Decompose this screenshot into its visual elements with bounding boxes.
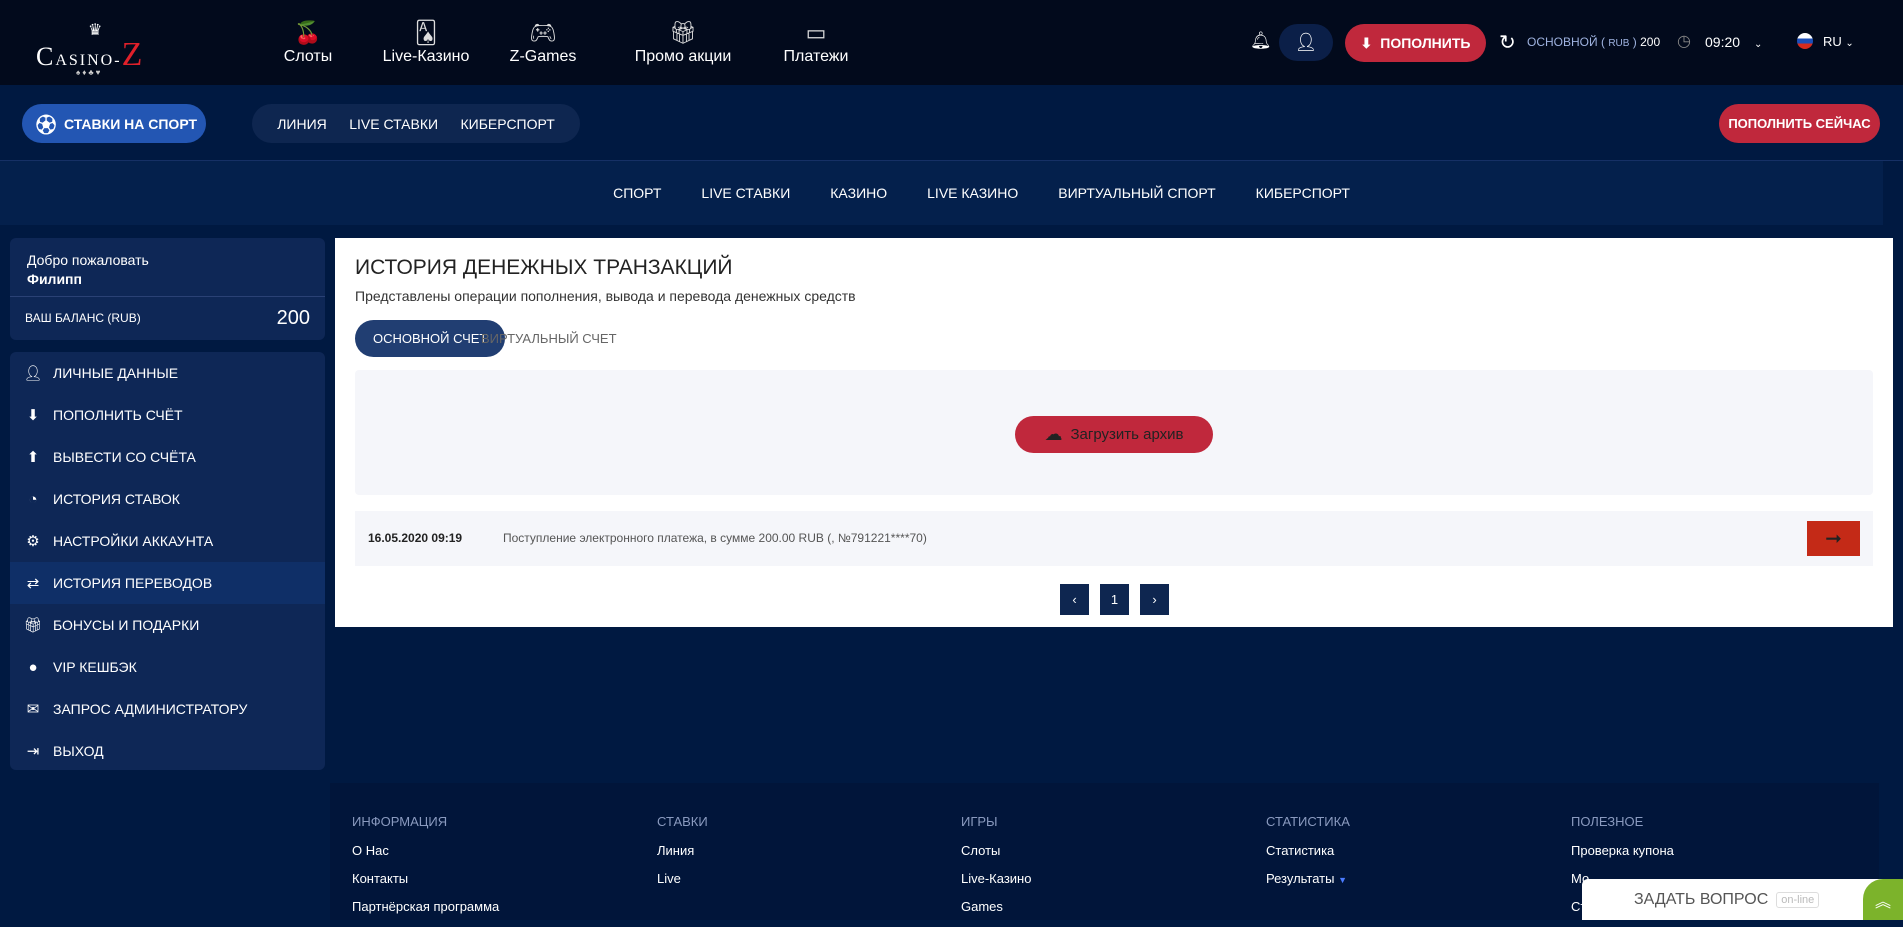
footer-link[interactable]: Проверка купона <box>1571 843 1674 858</box>
gift-hand-icon: 🎁︎ <box>23 617 43 634</box>
footer-link[interactable]: Live-Казино <box>961 871 1031 886</box>
user-button[interactable]: 👤︎ <box>1279 24 1333 61</box>
nav-payments[interactable]: ▭ Платежи <box>784 18 849 66</box>
menu-admin-request[interactable]: ✉ ЗАПРОС АДМИНИСТРАТОРУ <box>10 688 325 730</box>
caret-down-icon: ▼ <box>1338 875 1348 885</box>
soccer-ball-icon: ⚽︎ <box>36 115 56 137</box>
language-select[interactable]: RU ⌄ <box>1823 34 1854 49</box>
nav-live-casino[interactable]: 🂡 Live-Казино <box>383 18 470 66</box>
footer-col-games: ИГРЫ Слоты Live-Казино Games <box>961 814 1032 914</box>
deposit-now-button[interactable]: ПОПОЛНИТЬ СЕЙЧАС <box>1719 104 1880 143</box>
menu-settings[interactable]: ⚙ НАСТРОЙКИ АККАУНТА <box>10 520 325 562</box>
nav-slots[interactable]: 🍒 Слоты <box>284 18 332 66</box>
cat-sport[interactable]: СПОРТ <box>613 185 661 201</box>
download-icon: ⬇ <box>26 407 40 424</box>
footer-link[interactable]: Live <box>657 871 708 886</box>
footer-link[interactable]: Контакты <box>352 871 499 886</box>
page-subtitle: Представлены операции пополнения, вывода… <box>355 288 856 304</box>
cat-virtual[interactable]: ВИРТУАЛЬНЫЙ СПОРТ <box>1058 185 1215 201</box>
account-balance[interactable]: ОСНОВНОЙ ( RUB ) 200 <box>1527 35 1660 49</box>
pagination-next[interactable]: › <box>1140 584 1169 615</box>
nav-z-games[interactable]: 🎮︎ Z-Games <box>510 18 577 66</box>
menu-transfer-history[interactable]: ⇄ ИСТОРИЯ ПЕРЕВОДОВ <box>10 562 325 604</box>
sport-bets-button[interactable]: ⚽︎ СТАВКИ НА СПОРТ <box>22 104 206 143</box>
download-archive-button[interactable]: ☁ Загрузить архив <box>1015 416 1213 453</box>
menu-vip-cashback[interactable]: ● VIP КЕШБЭК <box>10 646 325 688</box>
cards-icon: 🂡 <box>414 20 438 45</box>
welcome-card: Добро пожаловать Филипп ВАШ БАЛАНС (RUB)… <box>10 238 325 340</box>
download-icon: ⬇ <box>1360 34 1373 51</box>
chevron-up-icon[interactable]: ︽ <box>1863 879 1903 920</box>
upload-icon: ⬆ <box>26 449 40 466</box>
pill-esports[interactable]: КИБЕРСПОРТ <box>461 116 555 132</box>
table-row[interactable]: 16.05.2020 09:19 Поступление электронног… <box>355 511 1873 566</box>
footer-col-bets: СТАВКИ Линия Live <box>657 814 708 886</box>
cherry-icon: 🍒 <box>294 20 322 45</box>
category-nav: СПОРТ LIVE СТАВКИ КАЗИНО LIVE КАЗИНО ВИР… <box>0 161 1883 225</box>
cat-esports[interactable]: КИБЕРСПОРТ <box>1256 185 1350 201</box>
pagination-page[interactable]: 1 <box>1100 584 1129 615</box>
cat-casino[interactable]: КАЗИНО <box>830 185 887 201</box>
menu-personal-data[interactable]: 👤︎ ЛИЧНЫЕ ДАННЫЕ <box>10 352 325 394</box>
pill-live[interactable]: LIVE СТАВКИ <box>349 116 438 132</box>
logout-icon: ⇥ <box>26 743 40 760</box>
page-title: ИСТОРИЯ ДЕНЕЖНЫХ ТРАНЗАКЦИЙ <box>355 256 733 279</box>
clock-icon: ◔ <box>28 490 38 508</box>
footer-col-info: ИНФОРМАЦИЯ О Нас Контакты Партнёрская прогр… <box>352 814 500 914</box>
envelope-icon: ✉ <box>26 701 40 718</box>
arrow-right-button[interactable]: ➞ <box>1807 521 1860 556</box>
dot-icon: ● <box>28 658 38 676</box>
footer-link[interactable]: Статистика <box>1266 843 1350 858</box>
balance-value: 200 <box>276 306 310 329</box>
archive-box: ☁ Загрузить архив <box>355 370 1873 495</box>
refresh-icon[interactable]: ↻ <box>1499 30 1516 55</box>
gears-icon: ⚙ <box>26 533 40 550</box>
arrow-right-icon: ➞ <box>1825 528 1842 550</box>
chevron-down-icon: ⌄ <box>1753 39 1763 50</box>
footer-link[interactable]: Партнёрская программа <box>352 899 499 914</box>
username: Филипп <box>27 271 82 287</box>
menu-withdraw[interactable]: ⬆ ВЫВЕСТИ СО СЧЁТА <box>10 436 325 478</box>
transactions-panel: ИСТОРИЯ ДЕНЕЖНЫХ ТРАНЗАКЦИЙ Представлены… <box>335 238 1893 627</box>
cloud-download-icon: ☁ <box>1044 424 1063 444</box>
user-icon: 👤︎ <box>1294 32 1318 52</box>
menu-bonuses[interactable]: 🎁︎ БОНУСЫ И ПОДАРКИ <box>10 604 325 646</box>
menu-bet-history[interactable]: ◔ ИСТОРИЯ СТАВОК <box>10 478 325 520</box>
menu-logout[interactable]: ⇥ ВЫХОД <box>10 730 325 772</box>
pill-line[interactable]: ЛИНИЯ <box>277 116 327 132</box>
clock-icon: ◷ <box>1677 33 1691 50</box>
user-plus-icon: 👤︎ <box>23 365 43 382</box>
account-menu: 👤︎ ЛИЧНЫЕ ДАННЫЕ ⬇ ПОПОЛНИТЬ СЧЁТ ⬆ ВЫВЕСТИ… <box>10 352 325 770</box>
bell-icon[interactable]: 🔔︎ <box>1250 31 1272 51</box>
ask-question-widget[interactable]: ЗАДАТЬ ВОПРОС on-line ︽ <box>1582 879 1903 920</box>
footer-link[interactable]: Games <box>961 899 1031 914</box>
time-display[interactable]: 09:20 ⌄ <box>1705 34 1762 50</box>
cat-live[interactable]: LIVE СТАВКИ <box>701 185 790 201</box>
sport-pills: ЛИНИЯ LIVE СТАВКИ КИБЕРСПОРТ <box>252 104 580 143</box>
gift-icon: 🎁︎ <box>669 20 697 45</box>
chevron-down-icon: ⌄ <box>1845 38 1854 49</box>
footer-link[interactable]: О Нас <box>352 843 499 858</box>
footer-link[interactable]: Слоты <box>961 843 1031 858</box>
online-badge: on-line <box>1776 891 1820 908</box>
nav-promo[interactable]: 🎁︎ Промо акции <box>635 18 732 66</box>
tab-virtual-account[interactable]: ВИРТУАЛЬНЫЙ СЧЕТ <box>463 320 635 357</box>
footer-link[interactable]: Линия <box>657 843 708 858</box>
pagination-prev[interactable]: ‹ <box>1060 584 1089 615</box>
footer-col-stats: СТАТИСТИКА Статистика Результаты ▼ <box>1266 814 1350 886</box>
transfer-icon: ⇄ <box>26 575 40 592</box>
menu-deposit[interactable]: ⬇ ПОПОЛНИТЬ СЧЁТ <box>10 394 325 436</box>
cat-live-casino[interactable]: LIVE КАЗИНО <box>927 185 1018 201</box>
deposit-button[interactable]: ⬇ ПОПОЛНИТЬ <box>1345 24 1486 62</box>
gamepad-icon: 🎮︎ <box>529 20 557 45</box>
russia-flag-icon <box>1797 33 1813 49</box>
wallet-icon: ▭ <box>805 20 827 45</box>
footer-link-results[interactable]: Результаты ▼ <box>1266 871 1350 886</box>
casino-z-logo[interactable]: ♛ CASINO-Z ♠♦♣♥ <box>36 20 176 77</box>
